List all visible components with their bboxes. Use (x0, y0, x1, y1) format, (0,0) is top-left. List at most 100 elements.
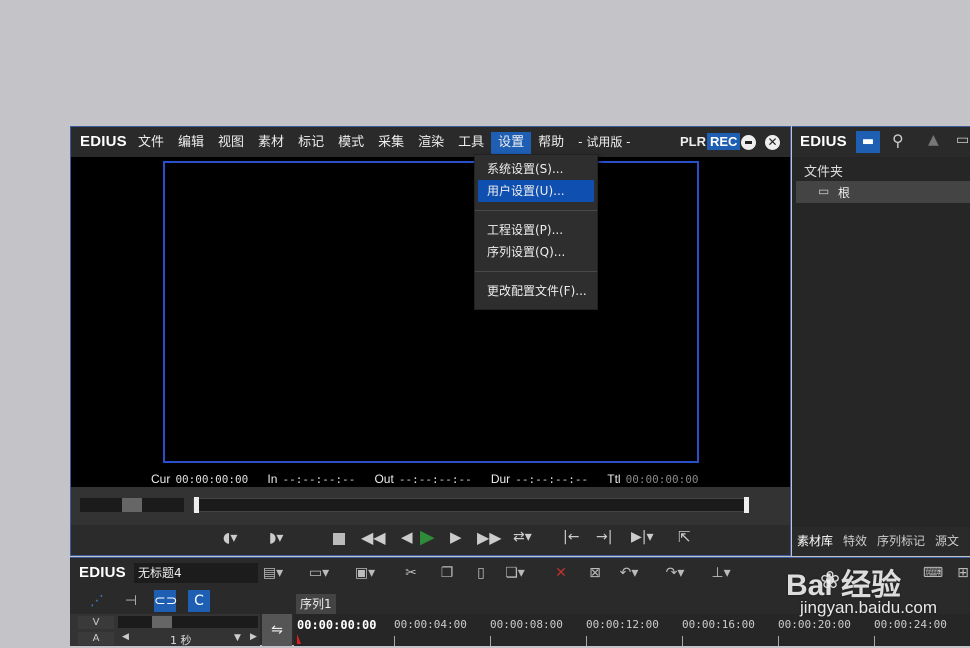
menu-render[interactable]: 渲染 (411, 132, 451, 154)
ruler-current-tc: 00:00:00:00 (297, 618, 377, 632)
position-slider[interactable] (193, 497, 749, 513)
ruler-tick-label: 00:00:12:00 (586, 618, 659, 631)
step-forward-icon[interactable]: ▶ (450, 528, 462, 546)
minimize-icon[interactable] (741, 135, 756, 150)
menu-view[interactable]: 视图 (211, 132, 251, 154)
menu-marker[interactable]: 标记 (291, 132, 331, 154)
ripple-delete-icon[interactable]: ⊠ (584, 562, 606, 584)
playhead-marker[interactable] (297, 634, 301, 644)
zoom-slider[interactable] (118, 616, 258, 628)
shuttle-slider[interactable] (80, 498, 184, 512)
scale-left-icon[interactable]: ◀ (122, 632, 129, 642)
paste-icon[interactable]: ▯ (470, 562, 492, 584)
scrub-area (71, 487, 790, 525)
link-icon[interactable]: ⊂⊃ (154, 590, 177, 612)
bin-tabs: 素材库 特效 序列标记 源文 (792, 530, 970, 554)
folder-icon: ▭ (818, 184, 830, 198)
tab-effects[interactable]: 特效 (838, 530, 872, 552)
loop-icon[interactable]: ⇄▾ (513, 529, 532, 545)
paste-insert-icon[interactable]: ❏▾ (504, 562, 526, 584)
plr-button[interactable]: PLR (680, 134, 706, 149)
tc-dur-value: --:--:--:-- (515, 473, 589, 486)
tc-out-label: Out (374, 472, 394, 486)
set-out-icon[interactable]: ◗▾ (269, 530, 283, 546)
set-in-icon[interactable]: ◖▾ (223, 530, 237, 546)
scale-dropdown-icon[interactable]: ▼ (234, 633, 241, 643)
scale-select[interactable]: 1 秒 (170, 632, 192, 648)
ripple-mode-icon[interactable]: ⋰ (86, 590, 108, 612)
step-back-icon[interactable]: ◀ (401, 528, 413, 546)
transport-bar: ◖▾ ◗▾ ◀◀ ◀ ▶ ▶ ▶▶ ⇄▾ |← →| ▶|▾ ⇱ (71, 525, 790, 555)
tc-ttl-value: 00:00:00:00 (625, 473, 699, 486)
menu-item-project-settings[interactable]: 工程设置(P)... (475, 219, 597, 241)
menu-help[interactable]: 帮助 (531, 132, 571, 154)
undo-icon[interactable]: ↶▾ (618, 562, 640, 584)
match-frame-out-icon[interactable]: →| (596, 529, 612, 545)
shuttle-handle[interactable] (122, 498, 142, 512)
bin-header: EDIUS ▬ ⚲ ▲ ▭ (792, 127, 970, 157)
up-folder-icon[interactable]: ▲ (928, 132, 939, 148)
menu-item-system-settings[interactable]: 系统设置(S)... (475, 158, 597, 180)
close-icon[interactable]: ✕ (765, 135, 780, 150)
edition-label: - 试用版 - (578, 135, 631, 149)
menu-separator (475, 271, 597, 272)
menu-file[interactable]: 文件 (131, 132, 171, 154)
scale-right-icon[interactable]: ▶ (250, 632, 257, 642)
rec-button[interactable]: REC (707, 133, 741, 150)
insert-timeline-icon[interactable]: ▶|▾ (631, 529, 654, 545)
export-icon[interactable]: ⇱ (678, 528, 691, 546)
tc-cur-label: Cur (151, 472, 171, 486)
menu-item-change-profile[interactable]: 更改配置文件(F)... (475, 280, 597, 302)
sync-mode-icon[interactable]: ⊣ (120, 590, 142, 612)
cut-icon[interactable]: ✂ (400, 562, 422, 584)
copy-icon[interactable]: ❐ (436, 562, 458, 584)
ruler-tick-label: 00:00:08:00 (490, 618, 563, 631)
menu-edit[interactable]: 编辑 (171, 132, 211, 154)
new-folder-icon[interactable]: ▭ (956, 132, 969, 148)
position-end-handle[interactable] (744, 497, 749, 513)
zoom-slider-handle[interactable] (152, 616, 172, 628)
tc-ttl-label: Ttl (607, 472, 621, 486)
swap-tracks-icon[interactable]: ⇋ (262, 614, 292, 646)
track-v-label[interactable]: V (78, 616, 114, 629)
stop-icon[interactable] (333, 533, 345, 545)
bin-window: EDIUS ▬ ⚲ ▲ ▭ 文件夹 ▭ 根 素材库 特效 序列标记 源文 (792, 126, 970, 556)
bin-brand: EDIUS (800, 133, 847, 150)
sequence-tab[interactable]: 序列1 (296, 594, 336, 614)
search-icon[interactable]: ⚲ (892, 131, 904, 150)
preview-area: Cur 00:00:00:00 In --:--:--:-- Out --:--… (71, 157, 790, 487)
track-a-label[interactable]: A (78, 632, 114, 645)
tab-source[interactable]: 源文 (930, 530, 964, 552)
tab-sequence-markers[interactable]: 序列标记 (872, 530, 930, 552)
player-brand: EDIUS (80, 133, 127, 150)
group-icon[interactable]: C (188, 590, 210, 612)
menu-clip[interactable]: 素材 (251, 132, 291, 154)
save-project-icon[interactable]: ▣▾ (354, 562, 376, 584)
marker-icon[interactable]: ⊥▾ (710, 562, 732, 584)
folder-view-icon[interactable]: ▬ (856, 131, 880, 153)
folder-root-row[interactable]: ▭ 根 (796, 181, 970, 203)
match-frame-in-icon[interactable]: |← (563, 529, 579, 545)
menu-item-user-settings[interactable]: 用户设置(U)... (478, 180, 594, 202)
play-icon[interactable]: ▶ (420, 526, 435, 548)
delete-icon[interactable]: ✕ (550, 562, 572, 584)
tab-bin[interactable]: 素材库 (792, 530, 839, 552)
menu-capture[interactable]: 采集 (371, 132, 411, 154)
redo-icon[interactable]: ↷▾ (664, 562, 686, 584)
main-menu: 文件 编辑 视图 素材 标记 模式 采集 渲染 工具 设置 帮助 - 试用版 - (131, 131, 637, 154)
tc-cur-value: 00:00:00:00 (175, 473, 249, 486)
project-name: 无标题4 (134, 563, 258, 583)
menu-settings[interactable]: 设置 (491, 132, 532, 154)
player-window: EDIUS 文件 编辑 视图 素材 标记 模式 采集 渲染 工具 设置 帮助 - 试用版 - PLR … (70, 126, 791, 556)
track-header-panel: V A ◀ 1 秒 ▼ ▶ (70, 614, 260, 648)
fast-forward-icon[interactable]: ▶▶ (477, 528, 502, 547)
rewind-icon[interactable]: ◀◀ (361, 528, 386, 547)
menu-item-sequence-settings[interactable]: 序列设置(Q)... (475, 241, 597, 263)
position-start-handle[interactable] (194, 497, 199, 513)
new-sequence-icon[interactable]: ▤▾ (262, 562, 284, 584)
menu-mode[interactable]: 模式 (331, 132, 371, 154)
watermark-url: jingyan.baidu.com (800, 598, 938, 617)
open-project-icon[interactable]: ▭▾ (308, 562, 330, 584)
menu-tools[interactable]: 工具 (451, 132, 491, 154)
baidu-watermark: ❀ Bai 经验 jingyan.baidu.com (770, 558, 970, 628)
